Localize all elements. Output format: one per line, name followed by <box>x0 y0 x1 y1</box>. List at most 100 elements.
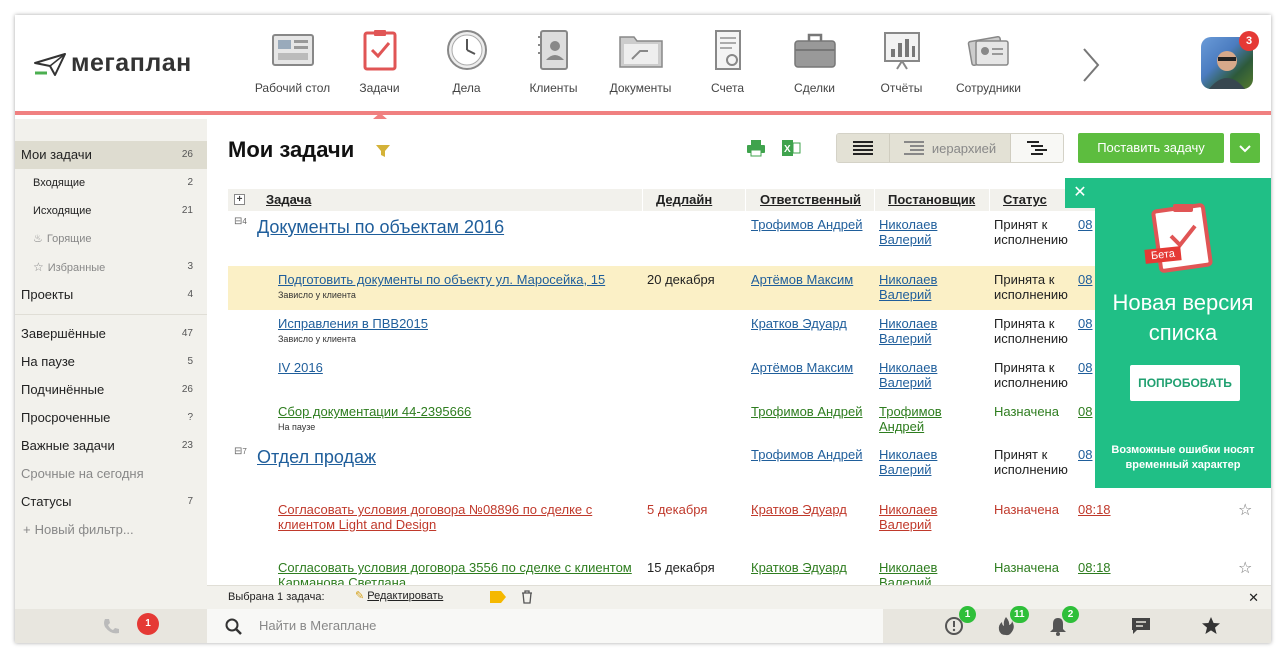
responsible-link[interactable]: Трофимов Андрей <box>751 217 862 232</box>
star-icon[interactable]: ☆ <box>1238 500 1252 520</box>
responsible-link[interactable]: Трофимов Андрей <box>751 447 862 462</box>
task-link[interactable]: Сбор документации 44-2395666 <box>278 404 471 419</box>
task-line1: Согласовать условия договора 3556 по сде… <box>278 560 632 575</box>
table-row[interactable]: Согласовать условия договора 3556 по сде… <box>228 554 1271 585</box>
tag-icon[interactable] <box>489 590 507 604</box>
responsible-link[interactable]: Кратков Эдуард <box>751 502 847 517</box>
sidebar-item-paused[interactable]: На паузе 5 <box>15 348 207 376</box>
nav-desktop[interactable]: Рабочий стол <box>249 29 336 115</box>
nav-employees[interactable]: Сотрудники <box>945 29 1032 115</box>
excel-icon[interactable]: X <box>781 139 801 157</box>
nav-label: Сделки <box>794 81 835 95</box>
owner-link[interactable]: Трофимов Андрей <box>879 404 942 434</box>
sidebar-item-important[interactable]: Важные задачи 23 <box>15 432 207 460</box>
print-icon[interactable] <box>746 139 766 157</box>
sidebar-item-subordinates[interactable]: Подчинённые 26 <box>15 376 207 404</box>
phone-icon[interactable] <box>101 617 121 637</box>
time-link[interactable]: 08 <box>1078 217 1092 232</box>
owner-link[interactable]: Николаев Валерий <box>879 502 937 532</box>
sidebar-item-projects[interactable]: Проекты 4 <box>15 281 207 309</box>
column-responsible[interactable]: Ответственный <box>760 192 861 207</box>
responsible-link[interactable]: Артёмов Максим <box>751 272 853 287</box>
project-title[interactable]: Документы по объектам 2016 <box>257 216 504 238</box>
sidebar-item-incoming[interactable]: Входящие 2 <box>15 169 207 197</box>
owner-link[interactable]: Николаев Валерий <box>879 316 937 346</box>
task-link[interactable]: IV 2016 <box>278 360 323 375</box>
view-hierarchy-button[interactable]: иерархией <box>888 134 1012 162</box>
sidebar-item-statuses[interactable]: Статусы 7 <box>15 488 207 516</box>
sidebar-item-favorites[interactable]: ☆ Избранные 3 <box>15 253 207 281</box>
close-icon[interactable]: ✕ <box>1065 178 1095 208</box>
chat-icon[interactable] <box>1131 617 1151 635</box>
nav-tasks[interactable]: Задачи <box>336 29 423 119</box>
collapse-toggle[interactable]: ⊟4 <box>234 216 247 227</box>
column-deadline[interactable]: Дедлайн <box>656 192 712 207</box>
time-link[interactable]: 08 <box>1078 360 1092 375</box>
contacts-icon <box>537 30 568 70</box>
close-icon[interactable]: ✕ <box>1248 590 1259 606</box>
sidebar-item-urgent-today[interactable]: Срочные на сегодня <box>15 460 207 488</box>
sidebar-item-count: 26 <box>181 384 193 395</box>
responsible-link[interactable]: Кратков Эдуард <box>751 560 847 575</box>
try-button[interactable]: ПОПРОБОВАТЬ <box>1130 365 1240 401</box>
owner-last: Валерий <box>879 575 932 585</box>
column-owner[interactable]: Постановщик <box>888 192 975 207</box>
sidebar-item-my-tasks[interactable]: Мои задачи 26 <box>15 141 207 169</box>
filter-icon[interactable] <box>375 143 391 159</box>
collapse-toggle[interactable]: ⊟7 <box>234 446 247 457</box>
sidebar-item-hot[interactable]: ♨ Горящие <box>15 225 207 253</box>
nav-documents[interactable]: Документы <box>597 29 684 115</box>
task-link[interactable]: Согласовать условия договора 3556 по сде… <box>278 560 632 585</box>
owner-link[interactable]: Николаев Валерий <box>879 217 937 247</box>
time-link[interactable]: 08 <box>1078 447 1092 462</box>
nav-invoices[interactable]: Счета <box>684 29 771 115</box>
owner-link[interactable]: Николаев Валерий <box>879 560 937 585</box>
logo[interactable]: мегаплан <box>33 49 192 78</box>
column-task[interactable]: Задача <box>266 192 311 207</box>
nav-deals-todo[interactable]: Дела <box>423 29 510 115</box>
owner-link[interactable]: Николаев Валерий <box>879 447 937 477</box>
time-link[interactable]: 08 <box>1078 272 1092 287</box>
column-divider <box>642 189 643 211</box>
responsible-link[interactable]: Трофимов Андрей <box>751 404 862 419</box>
owner-link[interactable]: Николаев Валерий <box>879 360 937 390</box>
edit-button[interactable]: ✎ Редактировать <box>355 589 443 602</box>
avatar[interactable]: 3 <box>1201 31 1259 89</box>
nav-label: Рабочий стол <box>254 81 331 95</box>
view-switcher: иерархией <box>836 133 1064 163</box>
task-link[interactable]: Согласовать условия договора №08896 по с… <box>278 502 592 532</box>
responsible-link[interactable]: Артёмов Максим <box>751 360 853 375</box>
project-title[interactable]: Отдел продаж <box>257 446 376 468</box>
chevron-right-icon[interactable] <box>1079 45 1103 85</box>
add-task-dropdown-button[interactable] <box>1230 133 1260 163</box>
sidebar-item-overdue[interactable]: Просроченные? <box>15 404 207 432</box>
global-search[interactable]: Найти в Мегаплане <box>207 609 883 643</box>
list-icon <box>852 141 873 155</box>
task-link[interactable]: Подготовить документы по объекту ул. Мар… <box>278 272 605 287</box>
nav-clients[interactable]: Клиенты <box>510 29 597 115</box>
expand-all-button[interactable]: + <box>234 194 245 205</box>
table-row[interactable]: Согласовать условия договора №08896 по с… <box>228 496 1271 554</box>
search-input[interactable]: Найти в Мегаплане <box>259 618 376 633</box>
sidebar-item-outgoing[interactable]: Исходящие 21 <box>15 197 207 225</box>
star-icon[interactable]: ☆ <box>1238 558 1252 578</box>
star-icon[interactable] <box>1201 616 1221 636</box>
time-link[interactable]: 08:18 <box>1078 560 1111 575</box>
new-filter-button[interactable]: + Новый фильтр... <box>15 516 207 544</box>
column-status[interactable]: Статус <box>1003 192 1047 207</box>
task-link[interactable]: Исправления в ПВВ2015 <box>278 316 428 331</box>
trash-icon[interactable] <box>521 590 533 604</box>
nav-deals[interactable]: Сделки <box>771 29 858 115</box>
time-link[interactable]: 08 <box>1078 404 1092 419</box>
time-link[interactable]: 08 <box>1078 316 1092 331</box>
add-task-button[interactable]: Поставить задачу <box>1078 133 1224 163</box>
task-cell: Согласовать условия договора №08896 по с… <box>278 502 592 532</box>
time-link[interactable]: 08:18 <box>1078 502 1111 517</box>
task-cell: IV 2016 <box>278 360 323 375</box>
view-list-button[interactable] <box>837 134 889 162</box>
nav-reports[interactable]: Отчёты <box>858 29 945 115</box>
owner-link[interactable]: Николаев Валерий <box>879 272 937 302</box>
responsible-link[interactable]: Кратков Эдуард <box>751 316 847 331</box>
view-tree-button[interactable] <box>1011 134 1063 162</box>
sidebar-item-completed[interactable]: Завершённые 47 <box>15 320 207 348</box>
